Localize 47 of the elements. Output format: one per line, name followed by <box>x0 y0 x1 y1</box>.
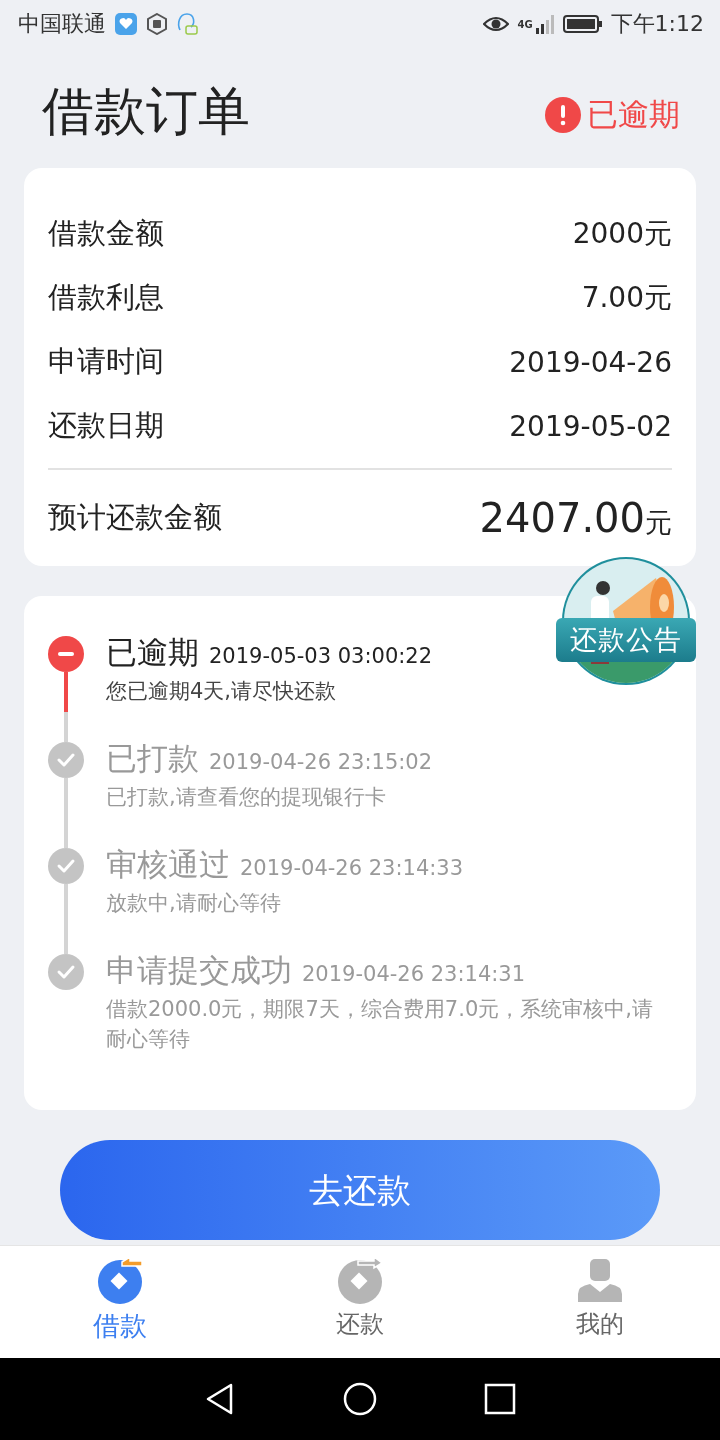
check-icon <box>48 742 84 779</box>
currency-unit: 元 <box>645 506 672 541</box>
tab-repay[interactable]: 还款 <box>280 1246 440 1358</box>
tab-profile[interactable]: 我的 <box>520 1246 680 1358</box>
field-label: 借款利息 <box>48 279 164 317</box>
minus-icon <box>48 636 84 673</box>
order-status: 已逾期 <box>587 95 680 135</box>
total-label: 预计还款金额 <box>48 499 222 537</box>
total-amount: 2407.00 <box>479 495 645 542</box>
recents-icon <box>483 1382 517 1416</box>
field-label: 借款金额 <box>48 215 164 253</box>
step-time: 2019-05-03 03:00:22 <box>209 644 433 669</box>
field-label: 还款日期 <box>48 407 164 445</box>
coin-icon <box>336 1256 384 1304</box>
heart-app-icon <box>114 12 138 36</box>
field-value: 2019-05-02 <box>509 409 672 443</box>
field-value: 7.00元 <box>581 280 672 317</box>
home-icon <box>343 1382 377 1416</box>
step-time: 2019-04-26 23:14:33 <box>240 856 464 881</box>
field-value: 2019-04-26 <box>509 345 672 379</box>
step-description: 放款中,请耐心等待 <box>106 890 282 918</box>
step-description: 已打款,请查看您的提现银行卡 <box>106 784 387 812</box>
check-icon <box>48 954 84 991</box>
carrier-name: 中国联通 <box>18 10 106 38</box>
step-title: 申请提交成功 <box>106 951 292 991</box>
step-time: 2019-04-26 23:14:31 <box>302 962 526 987</box>
clock-time: 下午1:12 <box>610 10 704 38</box>
step-time: 2019-04-26 23:15:02 <box>209 750 433 775</box>
announcement-label[interactable]: 还款公告 <box>556 618 696 663</box>
field-value: 2000元 <box>572 216 672 253</box>
tab-borrow[interactable]: 借款 <box>40 1246 200 1358</box>
alert-icon <box>545 97 581 134</box>
repay-button[interactable]: 去还款 <box>60 1140 660 1241</box>
network-label: 4G <box>517 18 533 30</box>
step-title: 已逾期 <box>106 633 199 673</box>
step-title: 已打款 <box>106 739 199 779</box>
page-title: 借款订单 <box>42 80 250 143</box>
step-title: 审核通过 <box>106 845 230 885</box>
field-label: 申请时间 <box>48 343 164 381</box>
step-description: 借款2000.0元，期限7天，综合费用7.0元，系统审核中,请耐心等待 <box>106 996 654 1054</box>
signal-icon <box>534 14 555 34</box>
check-icon <box>48 848 84 885</box>
battery-icon <box>562 14 603 34</box>
step-description: 您已逾期4天,请尽快还款 <box>106 678 338 706</box>
person-icon <box>576 1256 624 1304</box>
coin-icon <box>96 1256 144 1304</box>
eye-icon <box>483 14 510 34</box>
